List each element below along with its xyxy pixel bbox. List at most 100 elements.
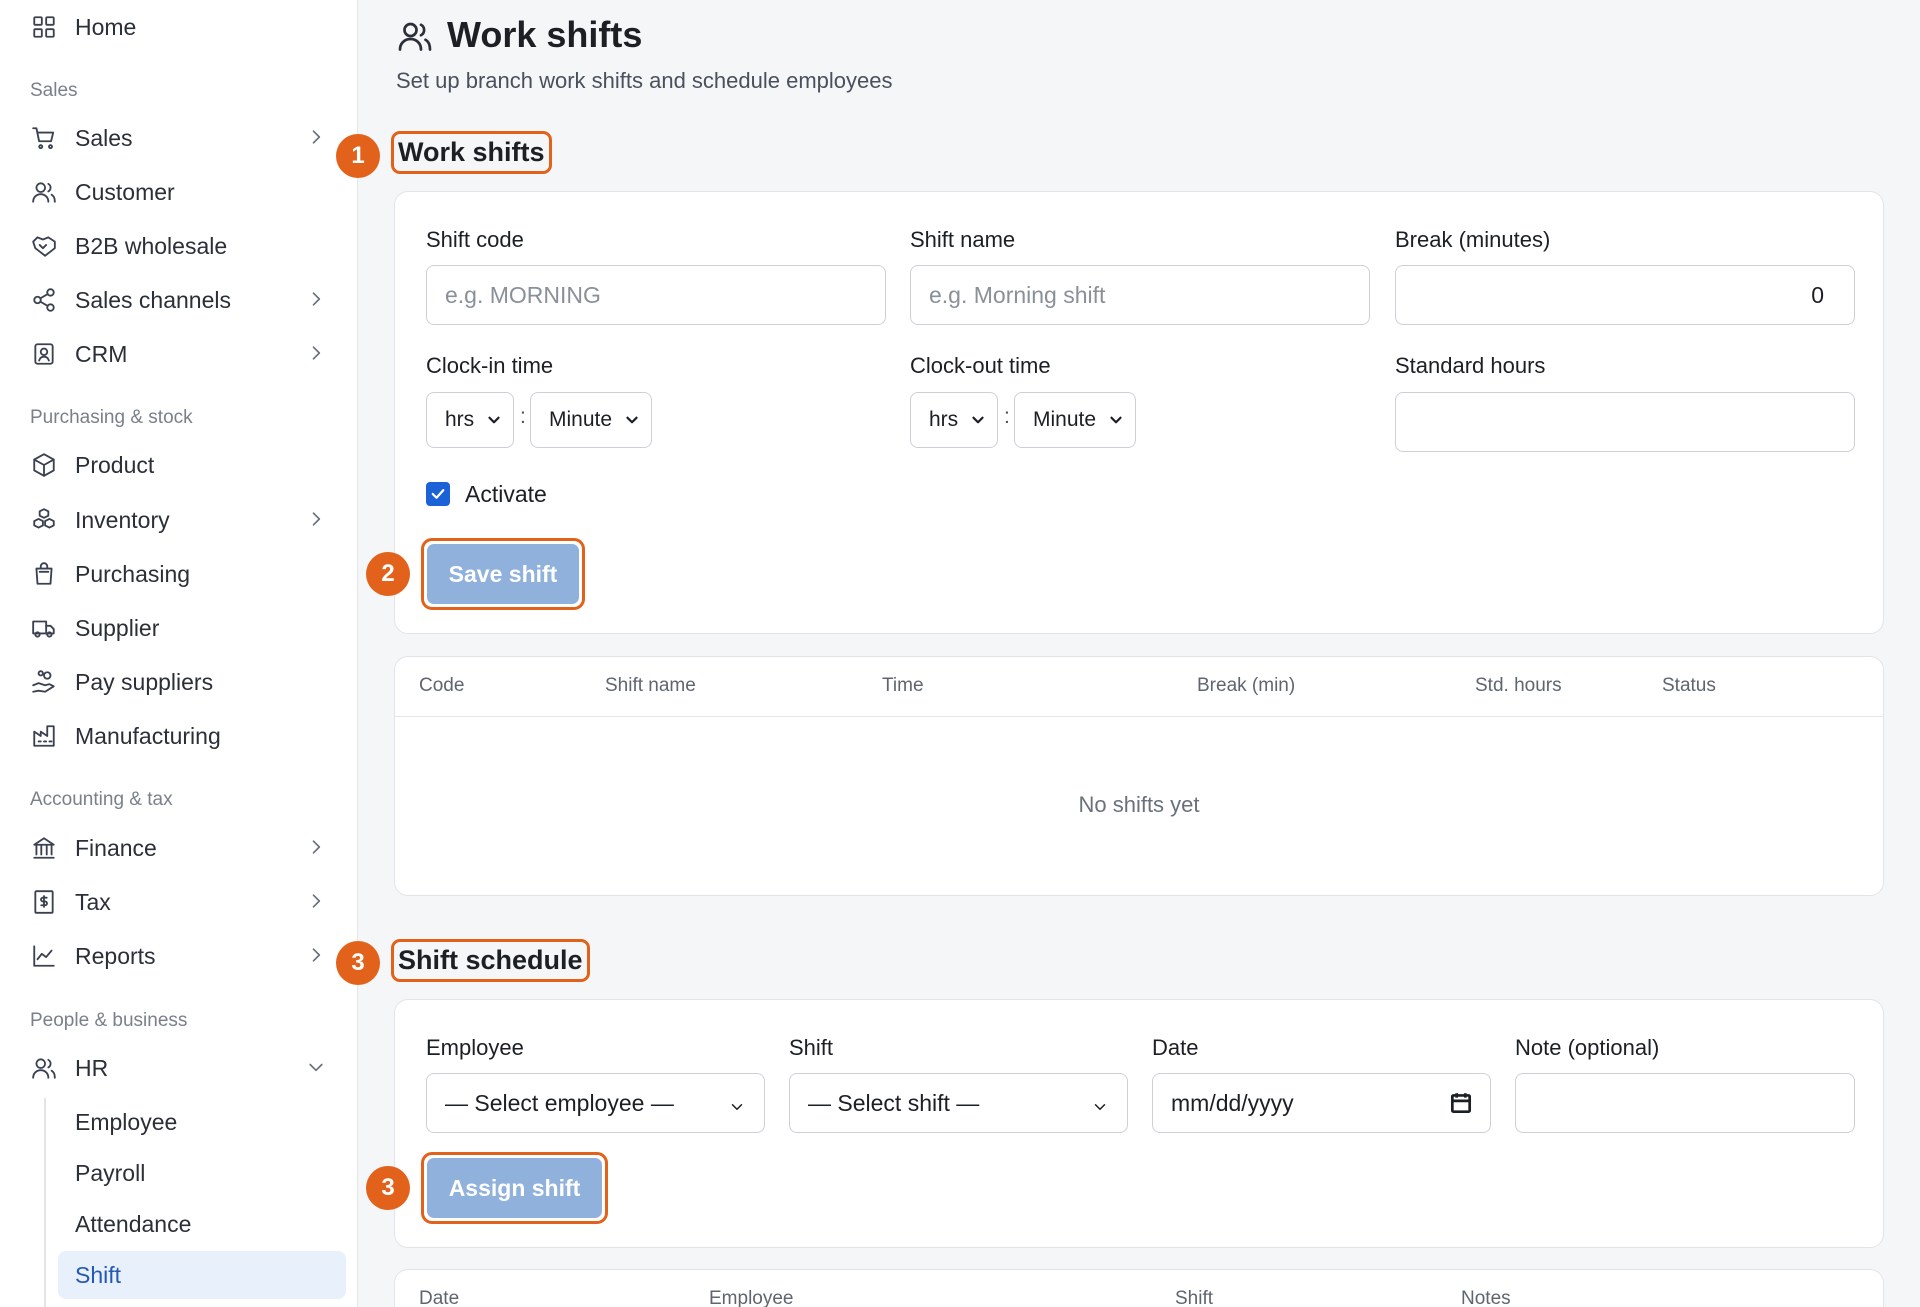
clock-out-minute-select[interactable]: Minute [1014,392,1136,448]
col-shift: Shift [1175,1288,1214,1307]
nav-manufacturing[interactable]: Manufacturing [0,709,358,763]
note-label: Note (optional) [1515,1035,1660,1060]
main-content: Work shifts Set up branch work shifts an… [336,0,1920,1307]
nav-pay-suppliers-label: Pay suppliers [75,668,214,695]
nav-finance[interactable]: Finance [0,821,358,875]
nav-sales-label: Sales [75,124,133,151]
nav-b2b-label: B2B wholesale [75,232,228,259]
nav-inventory[interactable]: Inventory [0,493,358,547]
nav-hr[interactable]: HR [0,1041,358,1095]
nav-tax-label: Tax [75,888,111,915]
chevron-right-icon [306,289,326,309]
standard-hours-label: Standard hours [1395,353,1546,378]
shift-code-label: Shift code [426,227,524,252]
shift-code-input[interactable]: e.g. MORNING [426,265,886,325]
nav-sales-channels-label: Sales channels [75,286,231,313]
nav-purchasing-label: Purchasing [75,560,191,587]
nav-sales-channels[interactable]: Sales channels [0,273,358,327]
page-subtitle: Set up branch work shifts and schedule e… [396,68,893,93]
clock-out-minute-value: Minute [1033,408,1097,431]
nav-inventory-label: Inventory [75,506,170,533]
nav-crm[interactable]: CRM [0,327,358,381]
share-icon [30,286,58,314]
boxes-icon [30,506,58,534]
sidebar: Home Sales Sales Customer B2B wholesale … [0,0,358,1307]
factory-icon [30,722,58,750]
nav-tax[interactable]: Tax [0,875,358,929]
step-badge: 2 [366,552,410,596]
chevron-right-icon [306,837,326,857]
shift-label: Shift [789,1035,834,1060]
col-status: Status [1662,675,1716,696]
col-time: Time [882,675,924,696]
step-badge: 3 [336,941,380,985]
clock-in-hours-value: hrs [445,408,475,431]
calendar-icon[interactable] [1448,1090,1474,1116]
nav-pay-suppliers[interactable]: Pay suppliers [0,655,358,709]
shift-name-input[interactable]: e.g. Morning shift [910,265,1370,325]
nav-manufacturing-label: Manufacturing [75,722,221,749]
break-minutes-input[interactable]: 0 [1395,265,1855,325]
activate-checkbox[interactable] [426,482,450,506]
chevron-down-icon [623,411,641,429]
time-separator: : [520,405,526,428]
nav-home[interactable]: Home [0,0,358,54]
nav-customer-label: Customer [75,178,175,205]
time-separator: : [1004,405,1010,428]
nav-customer[interactable]: Customer [0,165,358,219]
assign-shift-button[interactable]: Assign shift [427,1158,602,1218]
clock-in-hours-select[interactable]: hrs [426,392,514,448]
section-accounting: Accounting & tax [30,789,173,810]
handshake-icon [30,232,58,260]
nav-reports[interactable]: Reports [0,929,358,983]
nav-supplier[interactable]: Supplier [0,601,358,655]
employee-select[interactable]: — Select employee — [426,1073,765,1133]
col-break: Break (min) [1197,675,1296,696]
clock-out-hours-value: hrs [929,408,959,431]
save-shift-button[interactable]: Save shift [427,544,579,604]
nav-purchasing[interactable]: Purchasing [0,547,358,601]
chevron-right-icon [306,891,326,911]
nav-b2b[interactable]: B2B wholesale [0,219,358,273]
clock-out-label: Clock-out time [910,353,1051,378]
nav-sales[interactable]: Sales [0,111,358,165]
col-employee: Employee [709,1288,794,1307]
nav-supplier-label: Supplier [75,614,160,641]
date-label: Date [1152,1035,1199,1060]
clock-in-minute-select[interactable]: Minute [530,392,652,448]
standard-hours-input[interactable] [1395,392,1855,452]
note-input[interactable] [1515,1073,1855,1133]
col-shift-name: Shift name [605,675,696,696]
nav-payroll[interactable]: Payroll [58,1149,346,1197]
chevron-right-icon [306,509,326,529]
save-shift-highlight: Save shift [421,538,585,610]
table-divider [395,716,1883,717]
date-input[interactable]: mm/dd/yyyy [1152,1073,1491,1133]
shifts-table: Code Shift name Time Break (min) Std. ho… [394,656,1884,896]
nav-employee[interactable]: Employee [58,1098,346,1146]
chevron-down-icon [1091,1095,1109,1113]
nav-product-label: Product [75,451,155,478]
chevron-down-icon [728,1095,746,1113]
nav-attendance[interactable]: Attendance [58,1200,346,1248]
nav-product[interactable]: Product [0,438,358,492]
shift-select[interactable]: — Select shift — [789,1073,1128,1133]
chevron-down-icon [969,411,987,429]
cart-icon [30,124,58,152]
schedule-table: Date Employee Shift Notes [394,1269,1884,1307]
employee-label: Employee [426,1035,524,1060]
users-icon [397,18,433,54]
nav-reports-label: Reports [75,942,156,969]
break-label: Break (minutes) [1395,227,1551,252]
page-title: Work shifts [447,14,643,55]
nav-shift[interactable]: Shift [58,1251,346,1299]
bank-icon [30,834,58,862]
empty-state: No shifts yet [1078,792,1200,817]
clock-in-minute-value: Minute [549,408,613,431]
employee-select-value: — Select employee — [445,1089,674,1116]
clock-out-hours-select[interactable]: hrs [910,392,998,448]
chevron-right-icon [306,127,326,147]
box-icon [30,451,58,479]
line-chart-icon [30,942,58,970]
col-notes: Notes [1461,1288,1511,1307]
